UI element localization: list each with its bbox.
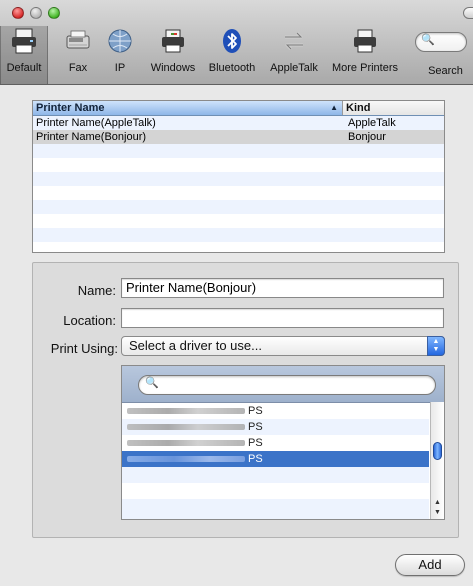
appletalk-arrows-icon (285, 31, 303, 51)
empty-row (122, 483, 429, 499)
driver-row-selected[interactable]: PS (122, 451, 429, 467)
toolbar-default-label: Default (6, 62, 42, 74)
sort-ascending-icon: ▲ (330, 103, 338, 112)
printer-row-name: Printer Name(Bonjour) (36, 131, 147, 143)
empty-row (33, 242, 444, 252)
fax-icon (66, 30, 90, 49)
toolbar-fax-label: Fax (68, 62, 88, 74)
toolbar-windows-button[interactable]: Windows (148, 26, 198, 84)
driver-name-redacted (127, 424, 245, 430)
toolbar-bluetooth-label: Bluetooth (208, 62, 256, 74)
toolbar: Default Fax IP Windows Bluetooth AppleTa… (0, 0, 473, 85)
toolbar-default-button[interactable]: Default (0, 26, 48, 84)
empty-row (33, 186, 444, 200)
printer-row-kind: AppleTalk (348, 117, 396, 129)
driver-row-suffix: PS (248, 421, 263, 433)
empty-row (122, 499, 429, 519)
zoom-button[interactable] (48, 7, 60, 19)
toolbar-more-printers-label: More Printers (331, 62, 399, 74)
toolbar-appletalk-label: AppleTalk (270, 62, 318, 74)
magnifier-icon: 🔍 (145, 377, 159, 389)
driver-list-scrollbar[interactable]: ▲ ▼ (430, 402, 444, 519)
driver-row-suffix: PS (248, 437, 263, 449)
printer-row-kind: Bonjour (348, 131, 386, 143)
minimize-button[interactable] (30, 7, 42, 19)
driver-row-suffix: PS (248, 405, 263, 417)
driver-row-suffix: PS (248, 453, 263, 465)
toolbar-search-label-wrap: Search (418, 55, 473, 77)
driver-name-redacted (127, 440, 245, 446)
scroll-up-arrow-icon[interactable]: ▲ (433, 499, 442, 506)
printer-browser-window: Default Fax IP Windows Bluetooth AppleTa… (0, 0, 473, 586)
location-label: Location: (63, 313, 116, 328)
name-label: Name: (77, 283, 116, 298)
printer-row-appletalk[interactable]: Printer Name(AppleTalk) AppleTalk (33, 116, 444, 130)
printer-list: Printer Name ▲ Kind Printer Name(AppleTa… (32, 100, 445, 253)
printer-row-bonjour[interactable]: Printer Name(Bonjour) Bonjour (33, 130, 444, 144)
printer-list-body: Printer Name(AppleTalk) AppleTalk Printe… (33, 116, 444, 252)
window-controls (12, 7, 60, 19)
printer-list-header: Printer Name ▲ Kind (33, 101, 444, 116)
toolbar-more-printers-button[interactable]: More Printers (327, 26, 403, 84)
empty-row (122, 467, 429, 483)
magnifier-icon: 🔍 (421, 34, 435, 46)
toolbar-search-label: Search (428, 65, 463, 77)
empty-row (33, 158, 444, 172)
scrollbar-thumb[interactable] (433, 442, 442, 460)
toolbar-fax-button[interactable]: Fax (61, 26, 95, 84)
empty-row (33, 214, 444, 228)
bluetooth-icon (223, 29, 241, 53)
driver-name-redacted (127, 408, 245, 414)
toolbar-ip-label: IP (114, 62, 126, 74)
print-using-popup[interactable]: Select a driver to use... ▲ ▼ (121, 336, 445, 356)
driver-row[interactable]: PS (122, 435, 429, 451)
location-field[interactable] (121, 308, 444, 328)
driver-list: 🔍 PS PS PS PS ▲ ▼ (121, 365, 445, 520)
column-printer-name[interactable]: Printer Name ▲ (33, 101, 342, 115)
driver-search-bar: 🔍 (122, 366, 444, 403)
driver-search-field[interactable]: 🔍 (138, 375, 436, 395)
windows-printer-icon (162, 29, 184, 53)
scroll-down-arrow-icon[interactable]: ▼ (433, 509, 442, 516)
column-kind[interactable]: Kind (342, 101, 444, 115)
toolbar-ip-button[interactable]: IP (105, 26, 135, 84)
name-field[interactable]: Printer Name(Bonjour) (121, 278, 444, 298)
empty-row (33, 172, 444, 186)
print-using-label: Print Using: (50, 341, 118, 356)
toolbar-windows-label: Windows (150, 62, 196, 74)
globe-icon (108, 29, 132, 53)
popup-arrows-icon: ▲ ▼ (427, 336, 445, 356)
printer-row-name: Printer Name(AppleTalk) (36, 117, 156, 129)
empty-row (33, 200, 444, 214)
toolbar-search-field[interactable]: 🔍 (415, 32, 467, 52)
driver-name-redacted (127, 456, 245, 462)
printer-icon (12, 28, 36, 54)
print-using-value: Select a driver to use... (129, 338, 262, 353)
toolbar-appletalk-button[interactable]: AppleTalk (266, 26, 322, 84)
printer-icon (354, 29, 376, 53)
toolbar-toggle-button[interactable] (463, 7, 473, 19)
empty-row (33, 228, 444, 242)
close-button[interactable] (12, 7, 24, 19)
add-button[interactable]: Add (395, 554, 465, 576)
column-printer-name-label: Printer Name (36, 102, 105, 114)
driver-row[interactable]: PS (122, 403, 429, 419)
column-kind-label: Kind (346, 102, 371, 114)
driver-row[interactable]: PS (122, 419, 429, 435)
empty-row (33, 144, 444, 158)
toolbar-bluetooth-button[interactable]: Bluetooth (206, 26, 258, 84)
